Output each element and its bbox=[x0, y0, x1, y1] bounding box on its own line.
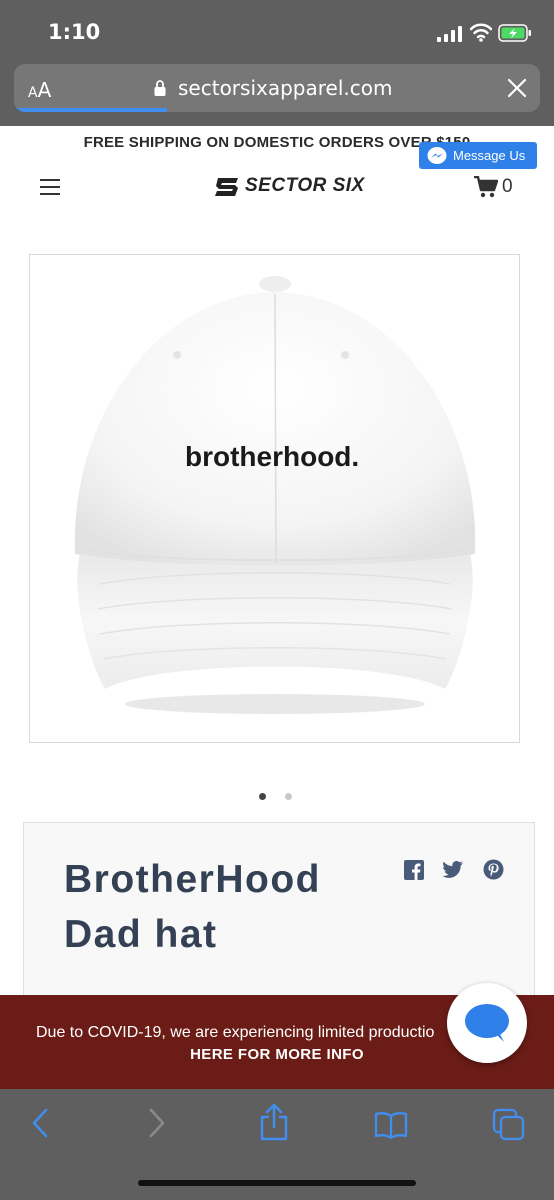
facebook-icon[interactable] bbox=[404, 860, 424, 880]
tabs-icon[interactable] bbox=[492, 1108, 526, 1142]
wifi-icon bbox=[470, 23, 492, 42]
messenger-icon bbox=[427, 147, 447, 164]
carousel-dot[interactable] bbox=[285, 793, 292, 800]
cart-icon[interactable] bbox=[474, 176, 498, 198]
close-icon[interactable] bbox=[506, 77, 528, 99]
text-size-button[interactable]: AA bbox=[28, 78, 51, 102]
bookmarks-icon[interactable] bbox=[374, 1111, 408, 1139]
messenger-button[interactable]: Message Us bbox=[419, 142, 537, 169]
page-load-progress bbox=[14, 108, 167, 112]
status-time: 1:10 bbox=[48, 20, 101, 44]
address-bar[interactable]: AA sectorsixapparel.com bbox=[14, 64, 540, 112]
cellular-signal-icon bbox=[437, 26, 462, 42]
lock-icon bbox=[154, 80, 166, 96]
forward-icon[interactable] bbox=[147, 1107, 167, 1139]
messenger-label: Message Us bbox=[453, 148, 526, 163]
back-icon[interactable] bbox=[30, 1107, 50, 1139]
product-image[interactable]: brotherhood. bbox=[40, 264, 510, 734]
chat-icon bbox=[465, 1004, 509, 1042]
brand-logo-mark bbox=[215, 178, 238, 196]
carousel-dot-active[interactable] bbox=[259, 793, 266, 800]
product-title-line1: BrotherHood bbox=[64, 858, 321, 901]
home-indicator[interactable] bbox=[138, 1180, 416, 1186]
twitter-icon[interactable] bbox=[442, 860, 464, 880]
product-title-line2: Dad hat bbox=[64, 913, 218, 956]
covid-notice-text: Due to COVID-19, we are experiencing lim… bbox=[36, 1024, 435, 1041]
cart-count: 0 bbox=[502, 176, 513, 197]
chat-button[interactable] bbox=[447, 983, 527, 1063]
url-text[interactable]: sectorsixapparel.com bbox=[178, 76, 392, 100]
pinterest-icon[interactable] bbox=[483, 859, 504, 880]
battery-charging-icon bbox=[498, 24, 531, 42]
text-size-label: A bbox=[37, 78, 52, 102]
hat-embroidery-text: brotherhood. bbox=[185, 441, 359, 472]
brand-name[interactable]: SECTOR SIX bbox=[245, 175, 365, 197]
share-icon[interactable] bbox=[259, 1103, 289, 1141]
hamburger-icon[interactable] bbox=[40, 179, 60, 196]
